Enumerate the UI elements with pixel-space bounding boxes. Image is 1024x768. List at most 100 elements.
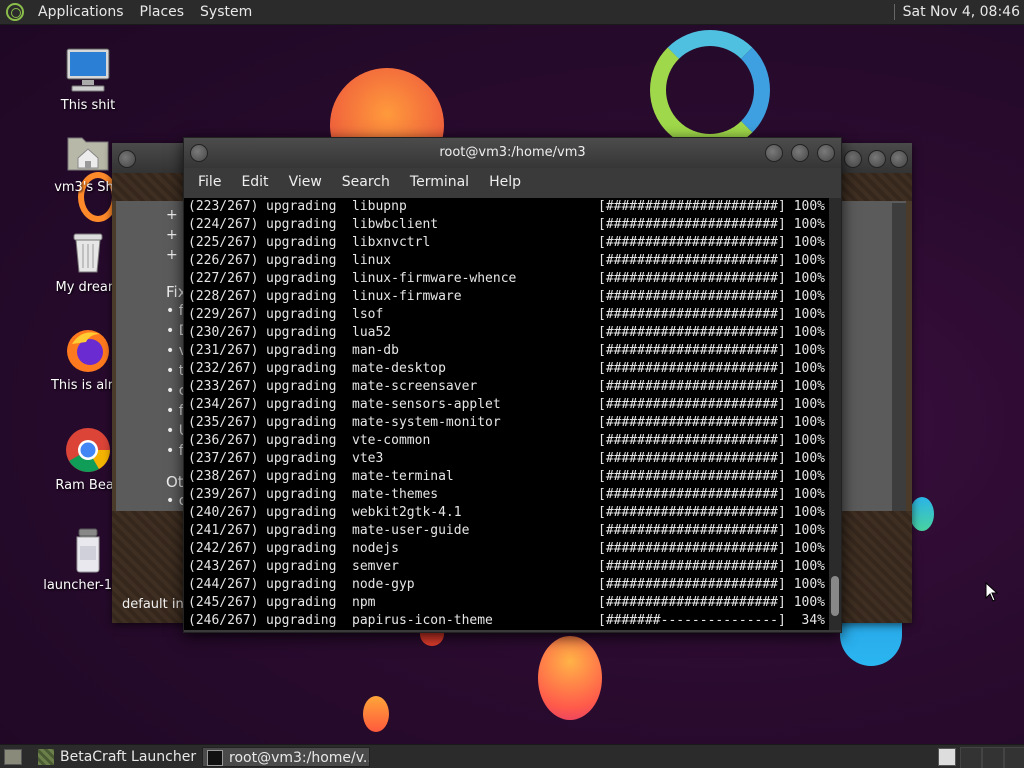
line-progress-bar: [######################] [598, 271, 786, 286]
line-progress-bar: [######################] [598, 325, 786, 340]
window-menu-button[interactable] [118, 150, 136, 168]
terminal-line: (232/267) upgrading mate-desktop [#########… [188, 360, 829, 378]
top-panel: Applications Places System Sat Nov 4, 08… [0, 0, 1024, 25]
line-action: upgrading [266, 361, 337, 376]
line-package: mate-desktop [352, 361, 446, 376]
line-percent: 100% [793, 307, 825, 322]
terminal-menubar: File Edit View Search Terminal Help [184, 168, 841, 196]
line-index: (224/267) [188, 217, 259, 232]
line-index: (226/267) [188, 253, 259, 268]
show-desktop-icon[interactable] [4, 749, 22, 765]
line-index: (243/267) [188, 559, 259, 574]
line-progress-bar: [######################] [598, 343, 786, 358]
workspace-slot[interactable] [960, 747, 982, 768]
firefox-icon [64, 326, 112, 374]
mate-logo-icon[interactable] [6, 3, 24, 21]
terminal-line: (244/267) upgrading node-gyp [#############… [188, 576, 829, 594]
terminal-window[interactable]: root@vm3:/home/vm3 File Edit View Search… [183, 137, 842, 633]
line-package: mate-sensors-applet [352, 397, 501, 412]
system-menu[interactable]: System [192, 0, 260, 24]
wallpaper-blue-pill [910, 497, 934, 531]
desktop: Applications Places System Sat Nov 4, 08… [0, 0, 1024, 768]
line-index: (229/267) [188, 307, 259, 322]
line-package: lsof [352, 307, 384, 322]
terminal-titlebar[interactable]: root@vm3:/home/vm3 [184, 138, 841, 168]
terminal-menu[interactable]: Terminal [400, 168, 479, 196]
task-betacraft[interactable]: BetaCraft Launcher ... [34, 747, 226, 767]
maximize-button[interactable] [791, 144, 809, 162]
workspace-slot[interactable] [1004, 747, 1024, 768]
betacraft-icon [38, 749, 54, 765]
line-action: upgrading [266, 595, 337, 610]
line-action: upgrading [266, 379, 337, 394]
workspace-switcher[interactable] [938, 748, 956, 766]
help-menu[interactable]: Help [479, 168, 531, 196]
line-percent: 100% [793, 451, 825, 466]
line-percent: 100% [793, 289, 825, 304]
changelog-heading: Ot [166, 473, 184, 491]
line-action: upgrading [266, 253, 337, 268]
line-index: (235/267) [188, 415, 259, 430]
line-index: (230/267) [188, 325, 259, 340]
terminal-scrollbar[interactable] [829, 198, 841, 630]
line-package: linux-firmware [352, 289, 462, 304]
line-package: mate-user-guide [352, 523, 470, 538]
chrome-icon [64, 426, 112, 474]
line-progress-bar: [######################] [598, 361, 786, 376]
line-package: linux [352, 253, 392, 268]
line-index: (223/267) [188, 199, 259, 214]
line-package: libxnvctrl [352, 235, 431, 250]
line-progress-bar: [######################] [598, 505, 786, 520]
scrollbar-thumb[interactable] [831, 576, 839, 616]
line-progress-bar: [######################] [598, 469, 786, 484]
line-percent: 100% [793, 325, 825, 340]
line-percent: 100% [793, 253, 825, 268]
line-package: vte3 [352, 451, 384, 466]
line-percent: 100% [793, 217, 825, 232]
maximize-button[interactable] [868, 150, 886, 168]
close-button[interactable] [817, 144, 835, 162]
file-menu[interactable]: File [188, 168, 231, 196]
terminal-lines: (223/267) upgrading libupnp [##############… [184, 198, 829, 630]
line-progress-bar: [######################] [598, 289, 786, 304]
line-progress-bar: [#######---------------] [598, 613, 786, 628]
line-action: upgrading [266, 433, 337, 448]
clock[interactable]: Sat Nov 4, 08:46 [903, 4, 1024, 20]
line-percent: 34% [801, 613, 825, 628]
line-progress-bar: [######################] [598, 595, 786, 610]
line-package: semver [352, 559, 399, 574]
line-percent: 100% [793, 415, 825, 430]
changelog-scrollbar[interactable] [892, 203, 906, 511]
line-progress-bar: [######################] [598, 199, 786, 214]
applications-menu[interactable]: Applications [30, 0, 132, 24]
workspace-slot[interactable] [982, 747, 1004, 768]
places-menu[interactable]: Places [132, 0, 193, 24]
minimize-button[interactable] [765, 144, 783, 162]
jar-icon [64, 526, 112, 574]
edit-menu[interactable]: Edit [231, 168, 278, 196]
terminal-icon [207, 750, 223, 766]
terminal-line: (228/267) upgrading linux-firmware [#######… [188, 288, 829, 306]
wallpaper-ring [650, 30, 770, 150]
desktop-icon-computer[interactable]: This shit [38, 46, 138, 113]
line-index: (246/267) [188, 613, 259, 628]
terminal-line: (227/267) upgrading linux-firmware-whence [… [188, 270, 829, 288]
line-index: (236/267) [188, 433, 259, 448]
line-index: (232/267) [188, 361, 259, 376]
view-menu[interactable]: View [279, 168, 332, 196]
terminal-line: (234/267) upgrading mate-sensors-applet [##… [188, 396, 829, 414]
search-menu[interactable]: Search [332, 168, 400, 196]
line-index: (244/267) [188, 577, 259, 592]
close-button[interactable] [890, 150, 908, 168]
window-menu-button[interactable] [190, 144, 208, 162]
line-action: upgrading [266, 289, 337, 304]
line-percent: 100% [793, 559, 825, 574]
wallpaper-small-egg [363, 696, 389, 732]
terminal-line: (236/267) upgrading vte-common [###########… [188, 432, 829, 450]
terminal-output[interactable]: (223/267) upgrading libupnp [##############… [184, 198, 829, 630]
task-terminal[interactable]: root@vm3:/home/v... [202, 747, 370, 767]
line-package: mate-themes [352, 487, 439, 502]
line-percent: 100% [793, 397, 825, 412]
terminal-line: (238/267) upgrading mate-terminal [########… [188, 468, 829, 486]
minimize-button[interactable] [844, 150, 862, 168]
